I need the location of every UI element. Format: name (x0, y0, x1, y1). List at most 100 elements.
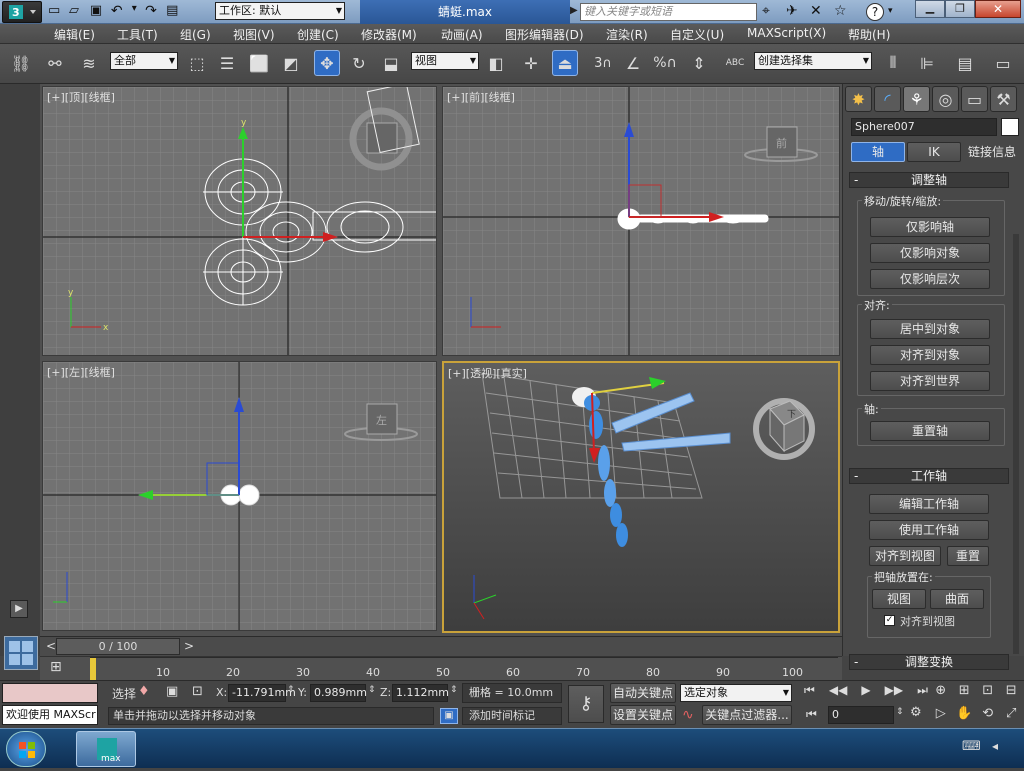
orbit-icon[interactable]: ⟲ (977, 706, 999, 727)
affect-pivot-only-button[interactable]: 仅影响轴 (870, 217, 990, 237)
communication-icon[interactable]: ✕ (810, 3, 822, 19)
menu-views[interactable]: 视图(V) (233, 26, 275, 43)
frame-spinner-icon[interactable]: ⇕ (896, 707, 904, 717)
percent-snap-icon[interactable]: % ∩ (652, 50, 678, 76)
select-object-icon[interactable]: ⬚ (184, 50, 210, 76)
tab-link-info[interactable]: 链接信息 (963, 142, 1021, 162)
viewport-perspective[interactable]: 下 [+][透视][真实] (442, 361, 840, 633)
x-spinner-icon[interactable]: ⇕ (287, 685, 295, 695)
motion-tab-icon[interactable]: ◎ (932, 86, 959, 112)
select-move-icon[interactable]: ✥ (314, 50, 340, 76)
link-icon[interactable]: ⛓ (8, 50, 34, 76)
select-scale-icon[interactable]: ⬓ (378, 50, 404, 76)
angle-snap-icon[interactable]: ∠ (620, 50, 646, 76)
key-filters-button[interactable]: 关键点过滤器... (702, 705, 792, 725)
display-tab-icon[interactable]: ▭ (961, 86, 988, 112)
keyboard-tray-icon[interactable]: ⌨ (962, 739, 981, 754)
undo-icon[interactable]: ↶ (111, 3, 128, 21)
affect-object-only-button[interactable]: 仅影响对象 (870, 243, 990, 263)
pan-icon[interactable]: ✋ (954, 706, 976, 727)
center-to-object-button[interactable]: 居中到对象 (870, 319, 990, 339)
subscription-icon[interactable]: ✈ (786, 3, 798, 19)
viewport-front[interactable]: 前 [+][前][线框] (442, 86, 840, 356)
viewcube-perspective[interactable]: 下 (753, 398, 815, 460)
set-key-icon[interactable]: ⚷ (568, 685, 604, 723)
favorites-icon[interactable]: ☆ (834, 3, 847, 19)
utilities-tab-icon[interactable]: ⚒ (990, 86, 1017, 112)
isolate-icon[interactable]: ♦ (138, 684, 150, 699)
menu-customize[interactable]: 自定义(U) (670, 26, 724, 43)
create-tab-icon[interactable]: ✸ (845, 86, 872, 112)
edit-named-selection-icon[interactable]: ABC (722, 50, 748, 76)
close-button[interactable]: ✕ (975, 0, 1021, 18)
absolute-mode-icon[interactable]: ⊡ (192, 684, 203, 699)
viewport-persp-label[interactable]: [+][透视][真实] (448, 365, 527, 381)
window-crossing-icon[interactable]: ◩ (278, 50, 304, 76)
mini-curve-editor-icon[interactable]: ⊞ (50, 659, 62, 675)
tray-arrow-icon[interactable]: ◂ (992, 739, 998, 753)
rollout-working-pivot[interactable]: - 工作轴 (849, 468, 1009, 484)
menu-animation[interactable]: 动画(A) (441, 26, 483, 43)
edit-working-pivot-button[interactable]: 编辑工作轴 (869, 494, 989, 514)
binoculars-icon[interactable]: ⌖ (762, 3, 770, 19)
go-to-start-icon[interactable]: ⏮ (804, 683, 815, 703)
affect-hierarchy-only-button[interactable]: 仅影响层次 (870, 269, 990, 289)
key-mode-dropdown[interactable]: 选定对象 (680, 684, 792, 702)
select-rotate-icon[interactable]: ↻ (346, 50, 372, 76)
time-prev-icon[interactable]: < (46, 639, 56, 653)
time-slider-thumb[interactable]: 0 / 100 (56, 638, 180, 655)
menu-rendering[interactable]: 渲染(R) (606, 26, 648, 43)
hierarchy-tab-icon[interactable]: ⚘ (903, 86, 930, 112)
tab-ik[interactable]: IK (907, 142, 961, 162)
viewport-left-label[interactable]: [+][左][线框] (47, 364, 115, 380)
help-dropdown-icon[interactable]: ▾ (888, 6, 893, 16)
align-to-view-checkbox[interactable]: ✓ (884, 615, 895, 626)
add-time-tag-button[interactable]: 添加时间标记 (462, 707, 562, 725)
viewport-left[interactable]: 左 [+][左][线框] (42, 361, 437, 631)
new-file-icon[interactable]: ▭ (48, 3, 65, 21)
graphite-toggle-icon[interactable]: ▭ (990, 50, 1016, 76)
minimize-button[interactable]: ▁ (915, 0, 945, 18)
viewport-top-label[interactable]: [+][顶][线框] (47, 89, 115, 105)
auto-key-button[interactable]: 自动关键点 (610, 683, 676, 703)
maximize-viewport-icon[interactable]: ⤢ (1001, 706, 1023, 727)
align-to-view-button[interactable]: 对齐到视图 (869, 546, 941, 566)
bind-spacewarp-icon[interactable]: ≋ (76, 50, 102, 76)
reference-coordinate-dropdown[interactable]: 视图 (411, 52, 479, 70)
project-folder-icon[interactable]: ▤ (166, 3, 183, 21)
command-panel-scrollbar[interactable] (1013, 234, 1019, 654)
menu-modifiers[interactable]: 修改器(M) (361, 26, 417, 43)
go-to-end-icon[interactable]: ⏭ (917, 683, 928, 703)
menu-graph-editors[interactable]: 图形编辑器(D) (505, 26, 584, 43)
time-next-icon[interactable]: > (184, 639, 194, 653)
keyboard-shortcut-override-icon[interactable]: ⏏ (552, 50, 578, 76)
workspace-dropdown[interactable]: 工作区: 默认 (215, 2, 345, 20)
maxscript-listener-top[interactable] (2, 683, 98, 703)
align-to-world-button[interactable]: 对齐到世界 (870, 371, 990, 391)
zoom-extents-icon[interactable]: ⊡ (977, 683, 999, 704)
play-icon[interactable]: ▶ (861, 683, 870, 703)
menu-help[interactable]: 帮助(H) (848, 26, 890, 43)
rect-selection-icon[interactable]: ⬜ (246, 50, 272, 76)
tab-pivot[interactable]: 轴 (851, 142, 905, 162)
search-expand-icon[interactable]: ▶ (570, 5, 578, 16)
pivot-center-icon[interactable]: ◧ (483, 50, 509, 76)
menu-create[interactable]: 创建(C) (297, 26, 339, 43)
menu-edit[interactable]: 编辑(E) (54, 26, 95, 43)
use-working-pivot-button[interactable]: 使用工作轴 (869, 520, 989, 540)
time-slider[interactable]: < 0 / 100 > (40, 636, 842, 656)
selection-filter-dropdown[interactable]: 全部 (110, 52, 178, 70)
restore-button[interactable]: ❐ (945, 0, 975, 18)
viewport-layout-icon[interactable] (4, 636, 38, 670)
redo-icon[interactable]: ↷ (145, 3, 162, 21)
object-color-swatch[interactable] (1001, 118, 1019, 136)
viewport-front-label[interactable]: [+][前][线框] (447, 89, 515, 105)
track-ruler[interactable]: 10 20 30 40 50 60 70 80 90 100 (90, 657, 838, 681)
select-by-name-icon[interactable]: ☰ (214, 50, 240, 76)
previous-frame-icon[interactable]: ◀◀ (829, 683, 847, 703)
maxscript-listener[interactable]: 欢迎使用 MAXScr (2, 705, 98, 725)
y-spinner-icon[interactable]: ⇕ (368, 685, 376, 695)
place-view-button[interactable]: 视图 (872, 589, 926, 609)
modify-tab-icon[interactable]: ◜ (874, 86, 901, 112)
mirror-icon[interactable]: ⫴ (880, 50, 906, 76)
